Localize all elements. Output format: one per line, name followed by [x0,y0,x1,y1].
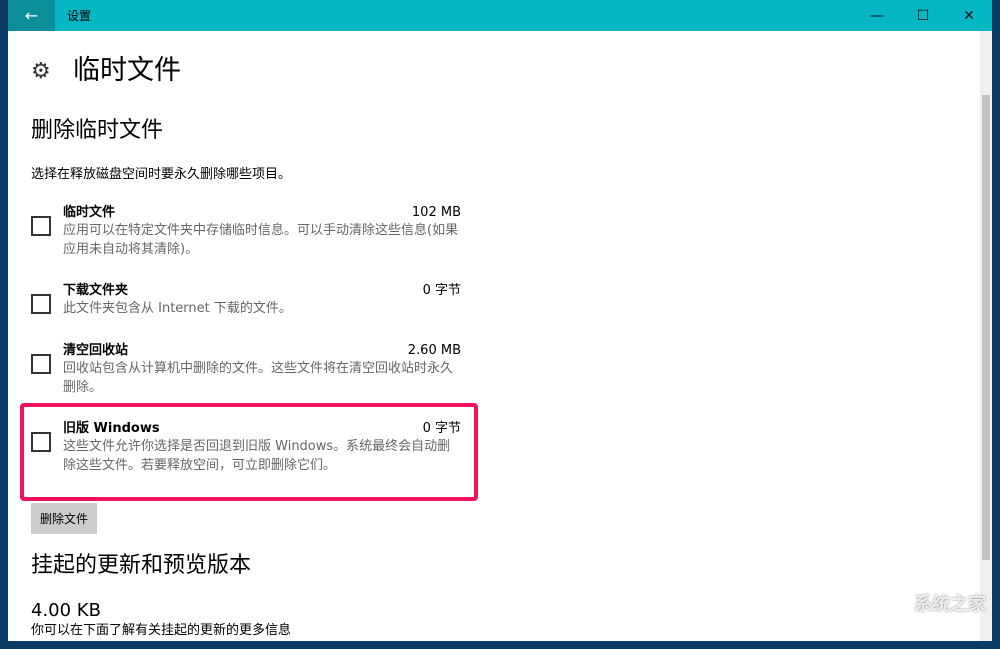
checkbox-temp-files[interactable] [31,216,51,236]
list-item-temp-files: 临时文件 102 MB 应用可以在特定文件夹中存储临时信息。可以手动清除这些信息(… [31,204,461,259]
item-size: 102 MB [412,204,461,221]
item-description: 此文件夹包含从 Internet 下载的文件。 [63,299,461,318]
item-name: 临时文件 [63,204,115,221]
watermark-logo: 系统之家 [914,590,986,616]
item-description: 这些文件允许你选择是否回退到旧版 Windows。系统最终会自动删除这些文件。若… [63,437,461,475]
list-item-downloads: 下载文件夹 0 字节 此文件夹包含从 Internet 下载的文件。 [31,282,461,318]
title-bar: ← 设置 — ☐ ✕ [8,0,992,31]
close-button[interactable]: ✕ [946,0,992,31]
section-description: 选择在释放磁盘空间时要永久删除哪些项目。 [31,166,291,183]
scrollbar[interactable] [980,31,992,641]
item-description: 应用可以在特定文件夹中存储临时信息。可以手动清除这些信息(如果应用未自动将其清除… [63,221,461,259]
checkbox-old-windows[interactable] [31,432,51,452]
checkbox-downloads[interactable] [31,294,51,314]
page-header: ⚙ 临时文件 [31,53,181,89]
item-size: 0 字节 [423,282,461,299]
back-button[interactable]: ← [8,0,55,31]
list-item-old-windows: 旧版 Windows 0 字节 这些文件允许你选择是否回退到旧版 Windows。… [31,420,461,475]
window-title: 设置 [67,7,91,24]
minimize-button[interactable]: — [854,0,900,31]
scrollbar-thumb[interactable] [982,95,990,560]
item-name: 清空回收站 [63,342,128,359]
item-size: 0 字节 [423,420,461,437]
item-description: 回收站包含从计算机中删除的文件。这些文件将在清空回收站时永久删除。 [63,359,461,397]
pending-updates-title: 挂起的更新和预览版本 [31,552,251,580]
pending-size: 4.00 KB [31,599,101,623]
checkbox-recycle-bin[interactable] [31,354,51,374]
settings-window: ← 设置 — ☐ ✕ ⚙ 临时文件 删除临时文件 选择在释放磁盘空间时要永久删除… [8,0,992,641]
pending-info: 你可以在下面了解有关挂起的更新的更多信息 [31,623,291,639]
maximize-button[interactable]: ☐ [900,0,946,31]
item-name: 下载文件夹 [63,282,128,299]
arrow-left-icon: ← [25,6,38,25]
item-size: 2.60 MB [408,342,461,359]
list-item-recycle-bin: 清空回收站 2.60 MB 回收站包含从计算机中删除的文件。这些文件将在清空回收站… [31,342,461,397]
item-name: 旧版 Windows [63,420,160,437]
section-title: 删除临时文件 [31,117,163,145]
gear-icon: ⚙ [31,59,61,84]
delete-files-button[interactable]: 删除文件 [31,503,97,534]
page-title: 临时文件 [73,53,181,89]
